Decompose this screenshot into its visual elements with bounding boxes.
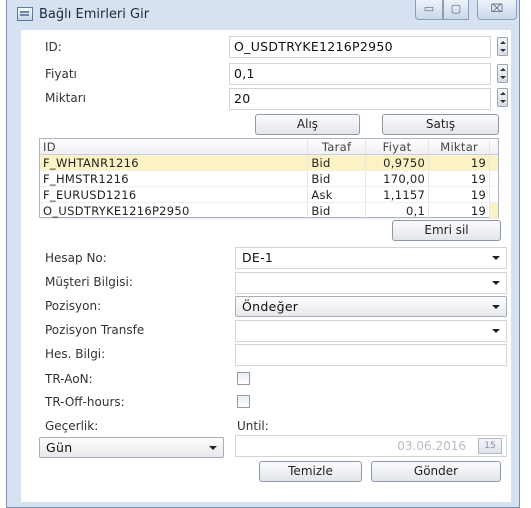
quantity-spinner[interactable] [497,88,508,107]
app-window-icon [17,7,33,21]
table-row[interactable]: F_EURUSD1216 Ask 1,1157 19 [40,186,498,203]
position-dropdown[interactable]: Öndeğer [235,296,507,317]
orders-table: ID Taraf Fiyat Miktar F_WHTANR1216 Bid 0… [39,138,499,219]
minimize-button[interactable]: ▭ [415,0,443,20]
id-spinner[interactable] [497,37,508,56]
row-id: F_EURUSD1216 [40,186,309,203]
customer-info-label: Müşteri Bilgisi: [45,275,133,289]
row-quantity: 19 [428,154,491,171]
account-info-field[interactable] [235,344,507,366]
id-label: ID: [45,40,62,54]
position-label: Pozisyon: [45,299,102,313]
column-header-id[interactable]: ID [40,139,309,155]
tr-aon-label: TR-AoN: [45,372,93,386]
position-value: Öndeğer [242,299,299,314]
row-price: 0,9750 [365,154,430,171]
row-side: Ask [307,186,366,203]
send-button[interactable]: Gönder [371,461,501,482]
until-label: Until: [237,419,269,433]
table-row[interactable]: F_WHTANR1216 Bid 0,9750 19 [40,154,498,171]
row-id: F_HMSTR1216 [40,170,309,187]
order-entry-window: Bağlı Emirleri Gir ▭ ▢ ⌧ ID: O_USDTRYKE1… [6,0,520,508]
column-header-quantity[interactable]: Miktar [428,139,491,155]
chevron-down-icon [492,329,500,333]
table-row[interactable]: O_USDTRYKE1216P2950 Bid 0,1 19 [40,202,498,219]
validity-dropdown[interactable]: Gün [39,437,224,458]
id-field[interactable]: O_USDTRYKE1216P2950 [229,36,491,58]
price-field[interactable]: 0,1 [229,63,491,85]
tr-offhours-label: TR-Off-hours: [45,395,125,409]
clear-button[interactable]: Temizle [259,461,362,482]
table-header-row: ID Taraf Fiyat Miktar [40,139,498,155]
table-row[interactable]: F_HMSTR1216 Bid 170,00 19 [40,170,498,187]
chevron-down-icon [492,281,500,285]
quantity-label: Miktarı [45,91,86,105]
row-id: O_USDTRYKE1216P2950 [40,202,309,219]
account-no-label: Hesap No: [45,251,107,265]
sell-button[interactable]: Satış [382,114,499,135]
row-price: 0,1 [365,202,430,219]
tr-aon-checkbox[interactable] [237,372,250,385]
row-price: 170,00 [365,170,430,187]
title-bar[interactable]: Bağlı Emirleri Gir ▭ ▢ ⌧ [7,0,519,30]
calendar-icon[interactable]: 15 [478,438,502,454]
close-button[interactable]: ⌧ [477,0,517,20]
buy-button[interactable]: Alış [255,114,360,135]
validity-value: Gün [46,440,73,455]
until-date-field[interactable]: 03.06.2016 15 [235,435,507,457]
column-header-side[interactable]: Taraf [307,139,366,155]
until-date-value: 03.06.2016 [397,439,466,453]
row-side: Bid [307,170,366,187]
price-label: Fiyatı [45,67,77,81]
customer-info-dropdown[interactable] [235,272,507,294]
validity-label: Geçerlik: [45,419,99,433]
position-transfer-dropdown[interactable] [235,320,507,342]
row-quantity: 19 [428,170,491,187]
tr-offhours-checkbox[interactable] [237,395,250,408]
form-panel: ID: O_USDTRYKE1216P2950 Fiyatı 0,1 Mikta… [21,30,511,502]
chevron-down-icon [209,446,217,450]
row-quantity: 19 [428,186,491,203]
maximize-button[interactable]: ▢ [443,0,469,20]
account-info-label: Hes. Bilgi: [45,347,106,361]
row-side: Bid [307,202,366,219]
delete-order-button[interactable]: Emri sil [392,220,501,241]
row-side: Bid [307,154,366,171]
position-transfer-label: Pozisyon Transfe [45,323,145,337]
row-price: 1,1157 [365,186,430,203]
chevron-down-icon [492,256,500,260]
row-quantity: 19 [428,202,491,219]
price-spinner[interactable] [497,64,508,83]
column-header-price[interactable]: Fiyat [365,139,430,155]
quantity-field[interactable]: 20 [229,88,491,110]
window-title: Bağlı Emirleri Gir [39,7,150,22]
account-no-dropdown[interactable]: DE-1 [235,247,507,269]
chevron-down-icon [492,305,500,309]
row-id: F_WHTANR1216 [40,154,309,171]
account-no-value: DE-1 [242,250,274,265]
